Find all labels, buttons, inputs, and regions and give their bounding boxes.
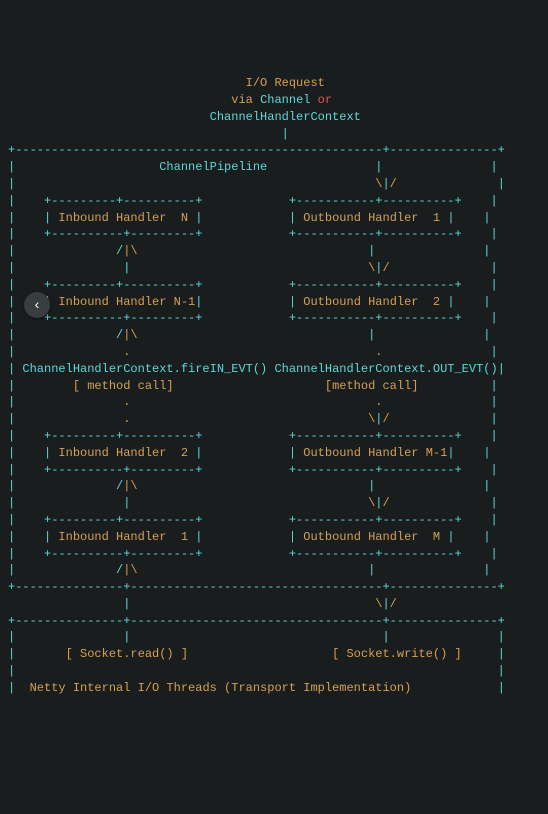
back-button[interactable]: ‹ (24, 292, 50, 318)
channel-pipeline-diagram: I/O Request via Channel or ChannelHandle… (8, 75, 540, 696)
chevron-left-icon: ‹ (35, 295, 40, 315)
